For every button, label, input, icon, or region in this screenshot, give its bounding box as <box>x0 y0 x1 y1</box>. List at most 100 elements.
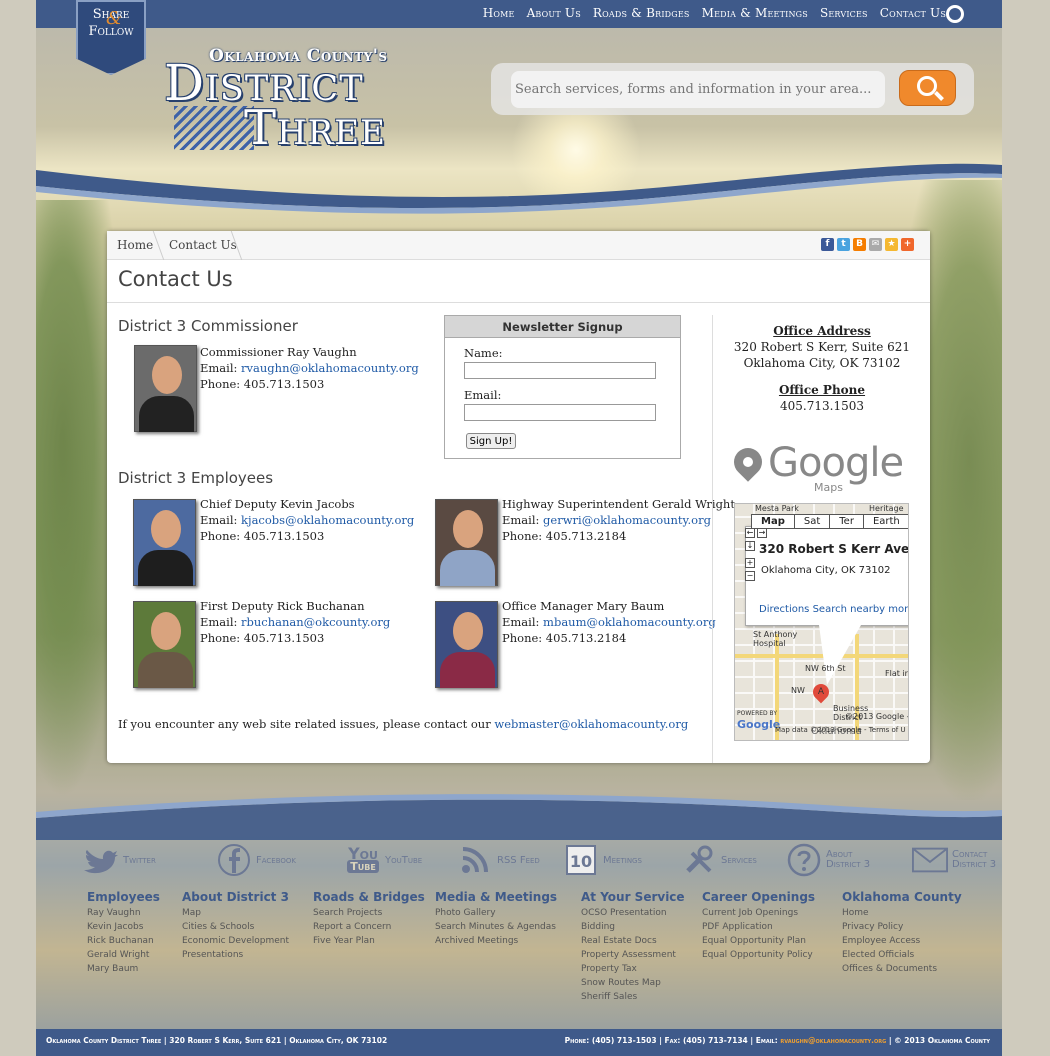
footer-link[interactable]: Map <box>182 906 289 920</box>
employees-heading: District 3 Employees <box>118 469 274 487</box>
footer-col-title[interactable]: Employees <box>87 890 160 904</box>
footer-link[interactable]: Snow Routes Map <box>581 976 685 990</box>
footer-col-title[interactable]: Oklahoma County <box>842 890 962 904</box>
map-zoom-in[interactable]: + <box>745 558 755 568</box>
footer-link[interactable]: Cities & Schools <box>182 920 289 934</box>
more-share-icon[interactable]: + <box>901 238 914 251</box>
footer-youtube[interactable]: You Tube YouTube <box>345 843 422 877</box>
facebook-share-icon[interactable]: f <box>821 238 834 251</box>
commissioner-email-link[interactable]: rvaughn@oklahomacounty.org <box>241 361 419 375</box>
footer-link[interactable]: Photo Gallery <box>435 906 557 920</box>
employee-email-link[interactable]: rbuchanan@okcounty.org <box>241 615 390 629</box>
footer-link[interactable]: Archived Meetings <box>435 934 557 948</box>
map-zoom-out[interactable]: − <box>745 571 755 581</box>
footer-col-title[interactable]: Roads & Bridges <box>313 890 425 904</box>
map-pan-down[interactable]: ↓ <box>745 541 755 551</box>
footer-link[interactable]: Bidding <box>581 920 685 934</box>
footer-rss[interactable]: RSS Feed <box>457 843 540 877</box>
share-follow-badge[interactable]: Share & Follow <box>76 0 146 75</box>
footer-contact[interactable]: Contact District 3 <box>912 843 1002 877</box>
footer-link[interactable]: Search Minutes & Agendas <box>435 920 557 934</box>
nav-roads[interactable]: Roads & Bridges <box>593 6 690 20</box>
calendar-icon-day: 10 <box>566 845 596 875</box>
nav-services[interactable]: Services <box>820 6 868 20</box>
footer-link[interactable]: Real Estate Docs <box>581 934 685 948</box>
footer-about[interactable]: About District 3 <box>786 843 876 877</box>
nav-media[interactable]: Media & Meetings <box>702 6 808 20</box>
footer-link[interactable]: Report a Concern <box>313 920 425 934</box>
blogger-share-icon[interactable]: B <box>853 238 866 251</box>
footer-link[interactable]: Equal Opportunity Plan <box>702 934 815 948</box>
search-button[interactable] <box>899 70 956 106</box>
search-input[interactable] <box>511 71 885 108</box>
footer-services[interactable]: Services <box>681 843 757 877</box>
footer-link[interactable]: Offices & Documents <box>842 962 962 976</box>
district-three-logo[interactable]: Oklahoma County's District Three <box>164 46 396 156</box>
footer-col-title[interactable]: At Your Service <box>581 890 685 904</box>
map-marker-icon[interactable]: A <box>809 680 833 704</box>
favorite-share-icon[interactable]: ★ <box>885 238 898 251</box>
email-share-icon[interactable]: ✉ <box>869 238 882 251</box>
footer-link[interactable]: Mary Baum <box>87 962 160 976</box>
name-field[interactable] <box>464 362 656 379</box>
nav-home[interactable]: Home <box>483 6 515 20</box>
footer-link[interactable]: Current Job Openings <box>702 906 815 920</box>
services-label: Services <box>721 854 757 866</box>
envelope-icon <box>912 843 948 877</box>
photo-face <box>151 510 181 548</box>
footer-link[interactable]: Kevin Jacobs <box>87 920 160 934</box>
footer-link[interactable]: Property Assessment <box>581 948 685 962</box>
map-tab[interactable]: Sat <box>795 515 831 528</box>
nav-about[interactable]: About Us <box>527 6 581 20</box>
embedded-map[interactable]: Mesta Park Heritage Map Sat Ter Earth ← … <box>734 503 909 741</box>
footer-link[interactable]: Sheriff Sales <box>581 990 685 1004</box>
map-pan-left[interactable]: ← <box>745 528 755 538</box>
office-phone-label: Office Phone <box>778 383 866 397</box>
footer-col-title[interactable]: Media & Meetings <box>435 890 557 904</box>
footer-link[interactable]: OCSO Presentation <box>581 906 685 920</box>
twitter-share-icon[interactable]: t <box>837 238 850 251</box>
employee-card: Chief Deputy Kevin Jacobs Email: kjacobs… <box>200 496 414 544</box>
footer-link[interactable]: Privacy Policy <box>842 920 962 934</box>
footer-link[interactable]: Five Year Plan <box>313 934 425 948</box>
map-terms[interactable]: Map data ©2013 Google - Terms of U <box>775 726 906 734</box>
employee-email-link[interactable]: kjacobs@oklahomacounty.org <box>241 513 414 527</box>
map-pan-right[interactable]: → <box>757 528 767 538</box>
footer-link[interactable]: Economic Development <box>182 934 289 948</box>
footer-link[interactable]: Equal Opportunity Policy <box>702 948 815 962</box>
commissioner-photo <box>134 345 197 432</box>
footer-meetings[interactable]: 10 Meetings <box>563 843 642 877</box>
footer-col-county: Oklahoma County Home Privacy Policy Empl… <box>842 890 962 976</box>
footer-link[interactable]: Home <box>842 906 962 920</box>
email-field[interactable] <box>464 404 656 421</box>
employee-photo <box>435 601 498 688</box>
employee-email-link[interactable]: gerwri@oklahomacounty.org <box>543 513 711 527</box>
map-pin-icon <box>728 442 768 482</box>
map-tab[interactable]: Earth <box>864 515 908 528</box>
employee-name: Highway Superintendent Gerald Wright <box>502 497 735 511</box>
bottom-email-link[interactable]: rvaughn@oklahomacounty.org <box>780 1036 886 1045</box>
footer-link[interactable]: Search Projects <box>313 906 425 920</box>
footer-link[interactable]: Gerald Wright <box>87 948 160 962</box>
footer-link[interactable]: Property Tax <box>581 962 685 976</box>
footer-col-title[interactable]: Career Openings <box>702 890 815 904</box>
map-tab[interactable]: Ter <box>830 515 864 528</box>
footer-link[interactable]: Elected Officials <box>842 948 962 962</box>
footer-link[interactable]: Presentations <box>182 948 289 962</box>
map-links[interactable]: Directions Search nearby mor <box>759 604 908 615</box>
footer-facebook[interactable]: Facebook <box>216 843 296 877</box>
footer-link[interactable]: Rick Buchanan <box>87 934 160 948</box>
footer-link[interactable]: Employee Access <box>842 934 962 948</box>
map-tab[interactable]: Map <box>752 515 795 528</box>
footer-twitter[interactable]: Twitter <box>83 843 156 877</box>
employee-email-link[interactable]: mbaum@oklahomacounty.org <box>543 615 716 629</box>
gear-icon[interactable] <box>946 5 964 23</box>
nav-contact[interactable]: Contact Us <box>880 6 946 20</box>
webmaster-email-link[interactable]: webmaster@oklahomacounty.org <box>494 717 688 731</box>
sign-up-button[interactable]: Sign Up! <box>466 433 516 449</box>
footer-col-title[interactable]: About District 3 <box>182 890 289 904</box>
employee-card: Highway Superintendent Gerald Wright Ema… <box>502 496 735 544</box>
footer-link[interactable]: PDF Application <box>702 920 815 934</box>
employee-email-row: Email: rbuchanan@okcounty.org <box>200 614 390 630</box>
footer-link[interactable]: Ray Vaughn <box>87 906 160 920</box>
